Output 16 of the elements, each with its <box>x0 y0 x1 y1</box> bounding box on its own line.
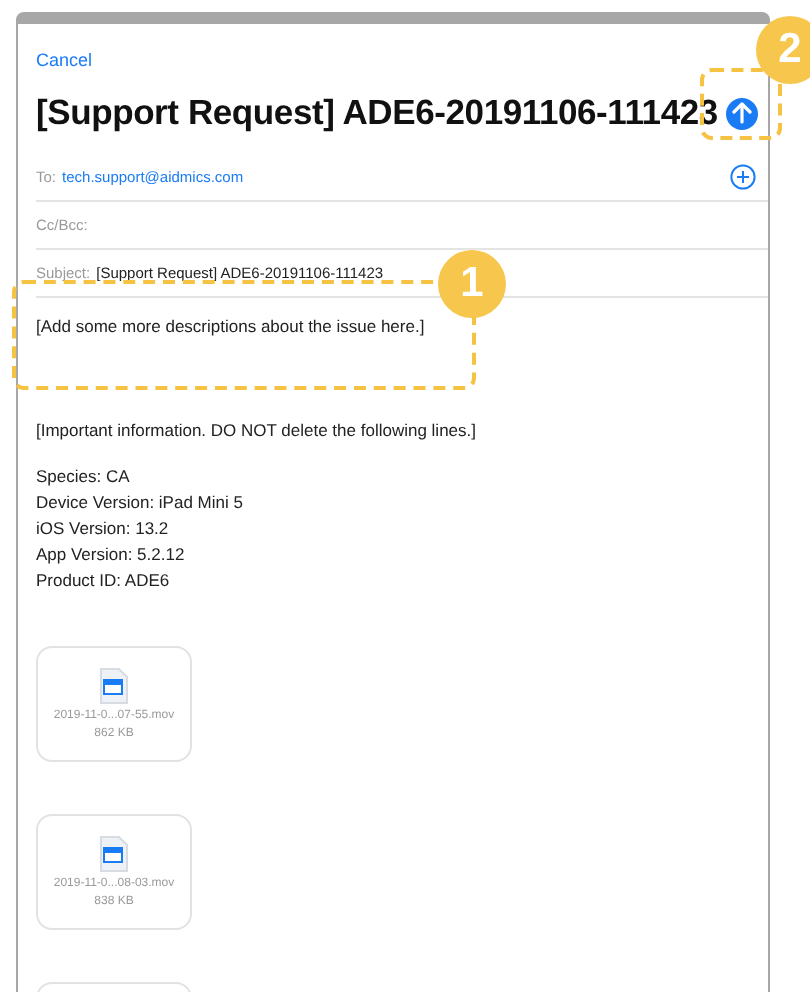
video-file-icon <box>100 836 128 872</box>
notice-text: [Important information. DO NOT delete the following lines.] <box>36 420 478 440</box>
step-badge: 1 <box>438 250 506 318</box>
info-line: Product ID: ADE6 <box>36 568 172 594</box>
body-prompt-text: [Add some more descriptions about the issue here.] <box>36 316 425 336</box>
step-badge: 2 <box>756 16 810 84</box>
send-button[interactable] <box>725 97 758 129</box>
email-subject-title: [Support Request] ADE6-20191106-111423 <box>36 92 718 134</box>
add-icon[interactable] <box>730 164 756 190</box>
video-file-icon <box>100 668 128 704</box>
info-line: iOS Version: 13.2 <box>36 516 171 542</box>
info-line: Species: CA <box>36 464 132 490</box>
info-line: App Version: 5.2.12 <box>36 542 187 568</box>
info-line: Device Version: iPad Mini 5 <box>36 490 245 516</box>
arrow-up-icon <box>731 102 752 124</box>
cancel-link[interactable]: Cancel <box>36 50 93 70</box>
